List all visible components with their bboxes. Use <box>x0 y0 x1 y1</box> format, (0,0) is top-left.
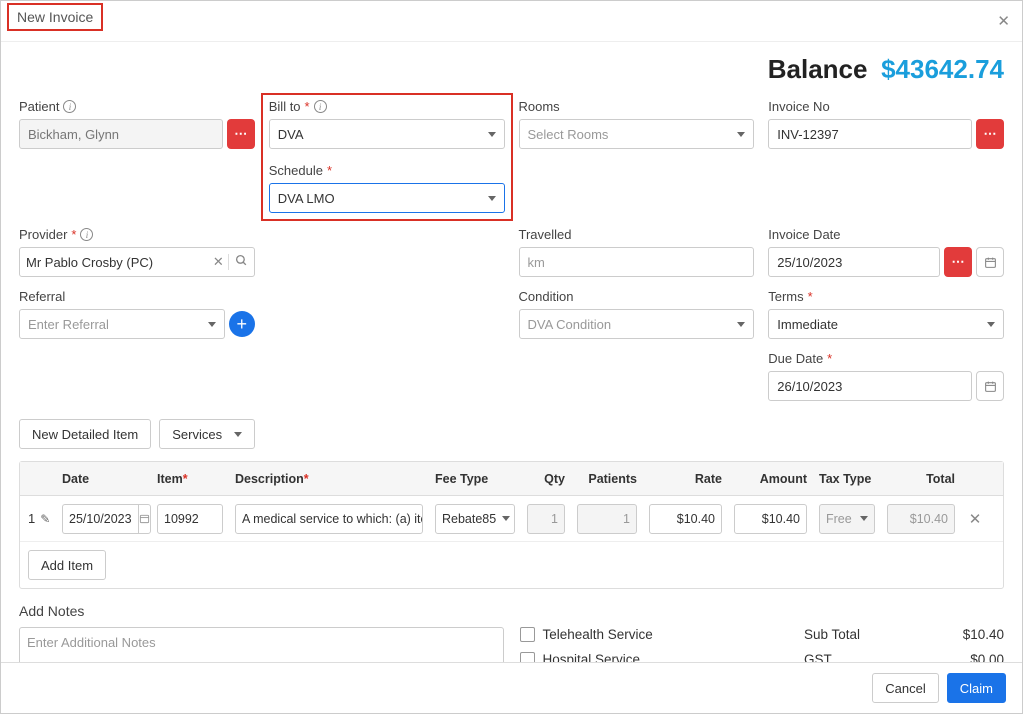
invoice-no-input[interactable]: INV-12397 <box>768 119 972 149</box>
edit-icon[interactable]: ✎ <box>40 512 50 526</box>
due-date-input[interactable]: 26/10/2023 <box>768 371 972 401</box>
chevron-down-icon <box>234 432 242 437</box>
subtotal-label: Sub Total <box>804 627 935 642</box>
row-description-input[interactable]: A medical service to which: (a) item 5..… <box>235 504 423 534</box>
due-date-field: Due Date * 26/10/2023 <box>768 351 1004 401</box>
row-rate-input[interactable]: $10.40 <box>649 504 722 534</box>
row-feetype-select[interactable]: Rebate85 <box>435 504 515 534</box>
rooms-label: Rooms <box>519 99 560 114</box>
condition-field: Condition DVA Condition <box>519 289 755 339</box>
invoice-modal: New Invoice ✕ Balance $43642.74 Patient … <box>0 0 1023 714</box>
row-total-input: $10.40 <box>887 504 955 534</box>
terms-label: Terms <box>768 289 803 304</box>
items-table: Date Item* Description* Fee Type Qty Pat… <box>19 461 1004 589</box>
referral-field: Referral Enter Referral + <box>19 289 255 339</box>
telehealth-label: Telehealth Service <box>543 627 653 642</box>
item-actions-row: New Detailed Item Services <box>19 419 1004 449</box>
billto-schedule-highlight: Bill to * i DVA Sched <box>261 93 513 221</box>
clear-icon[interactable]: ✕ <box>213 254 224 270</box>
cancel-button[interactable]: Cancel <box>872 673 938 703</box>
rooms-field: Rooms Select Rooms <box>519 99 755 215</box>
calendar-icon[interactable] <box>976 371 1004 401</box>
row-qty-input[interactable]: 1 <box>527 504 565 534</box>
add-item-button[interactable]: Add Item <box>28 550 106 580</box>
info-icon[interactable]: i <box>314 100 327 113</box>
schedule-field: Schedule * DVA LMO <box>269 163 505 213</box>
row-taxtype-select[interactable]: Free <box>819 504 875 534</box>
billto-label: Bill to <box>269 99 301 114</box>
chevron-down-icon <box>488 196 496 201</box>
due-date-label: Due Date <box>768 351 823 366</box>
condition-select[interactable]: DVA Condition <box>519 309 755 339</box>
terms-field: Terms * Immediate <box>768 289 1004 339</box>
row-patients-input[interactable]: 1 <box>577 504 637 534</box>
chevron-down-icon <box>737 132 745 137</box>
chevron-down-icon <box>208 322 216 327</box>
provider-field: Provider * i Mr Pablo Crosby (PC) ✕ <box>19 227 255 277</box>
patient-more-button[interactable]: ⋯ <box>227 119 255 149</box>
modal-title: New Invoice <box>7 3 103 31</box>
table-header: Date Item* Description* Fee Type Qty Pat… <box>20 462 1003 496</box>
chevron-down-icon <box>488 132 496 137</box>
invoice-no-label: Invoice No <box>768 99 829 114</box>
rooms-select[interactable]: Select Rooms <box>519 119 755 149</box>
provider-input[interactable]: Mr Pablo Crosby (PC) ✕ <box>19 247 255 277</box>
invoice-date-more-button[interactable]: ⋯ <box>944 247 972 277</box>
gst-label: GST <box>804 652 935 662</box>
modal-footer: Cancel Claim <box>1 662 1022 713</box>
info-icon[interactable]: i <box>80 228 93 241</box>
billto-select[interactable]: DVA <box>269 119 505 149</box>
schedule-select[interactable]: DVA LMO <box>269 183 505 213</box>
search-icon[interactable] <box>228 254 248 270</box>
referral-select[interactable]: Enter Referral <box>19 309 225 339</box>
hospital-label: Hospital Service <box>543 652 641 662</box>
row-amount-input[interactable]: $10.40 <box>734 504 807 534</box>
chevron-down-icon <box>987 322 995 327</box>
notes-label: Add Notes <box>19 603 1004 619</box>
modal-header: New Invoice ✕ <box>1 1 1022 42</box>
balance-amount: $43642.74 <box>881 54 1004 84</box>
schedule-label: Schedule <box>269 163 323 178</box>
chevron-down-icon <box>737 322 745 327</box>
add-referral-button[interactable]: + <box>229 311 255 337</box>
row-item-input[interactable]: 10992 <box>157 504 223 534</box>
chevron-down-icon <box>502 516 510 521</box>
calendar-icon[interactable] <box>138 504 151 534</box>
provider-label: Provider <box>19 227 67 242</box>
patient-label: Patient <box>19 99 59 114</box>
claim-button[interactable]: Claim <box>947 673 1006 703</box>
balance-label: Balance <box>768 54 868 84</box>
terms-select[interactable]: Immediate <box>768 309 1004 339</box>
table-row: 1 ✎ 25/10/2023 10992 A medical service t… <box>20 496 1003 542</box>
close-icon[interactable]: ✕ <box>997 12 1010 30</box>
new-detailed-item-button[interactable]: New Detailed Item <box>19 419 151 449</box>
travelled-field: Travelled km <box>519 227 755 277</box>
invoice-date-field: Invoice Date 25/10/2023 ⋯ <box>768 227 1004 277</box>
gst-value: $0.00 <box>963 652 1004 662</box>
patient-input[interactable]: Bickham, Glynn <box>19 119 223 149</box>
invoice-date-label: Invoice Date <box>768 227 840 242</box>
condition-label: Condition <box>519 289 574 304</box>
patient-field: Patient i Bickham, Glynn ⋯ <box>19 99 255 215</box>
invoice-no-field: Invoice No INV-12397 ⋯ <box>768 99 1004 215</box>
travelled-label: Travelled <box>519 227 572 242</box>
calendar-icon[interactable] <box>976 247 1004 277</box>
notes-textarea[interactable] <box>19 627 504 662</box>
hospital-checkbox[interactable] <box>520 652 535 662</box>
balance-row: Balance $43642.74 <box>19 54 1004 85</box>
travelled-input[interactable]: km <box>519 247 755 277</box>
invoice-date-input[interactable]: 25/10/2023 <box>768 247 940 277</box>
row-date-input[interactable]: 25/10/2023 <box>62 504 138 534</box>
billto-field: Bill to * i DVA <box>269 99 505 149</box>
info-icon[interactable]: i <box>63 100 76 113</box>
subtotal-value: $10.40 <box>963 627 1004 642</box>
referral-label: Referral <box>19 289 65 304</box>
services-button[interactable]: Services <box>159 419 255 449</box>
remove-row-icon[interactable]: ✕ <box>961 506 989 532</box>
invoice-no-more-button[interactable]: ⋯ <box>976 119 1004 149</box>
telehealth-checkbox[interactable] <box>520 627 535 642</box>
